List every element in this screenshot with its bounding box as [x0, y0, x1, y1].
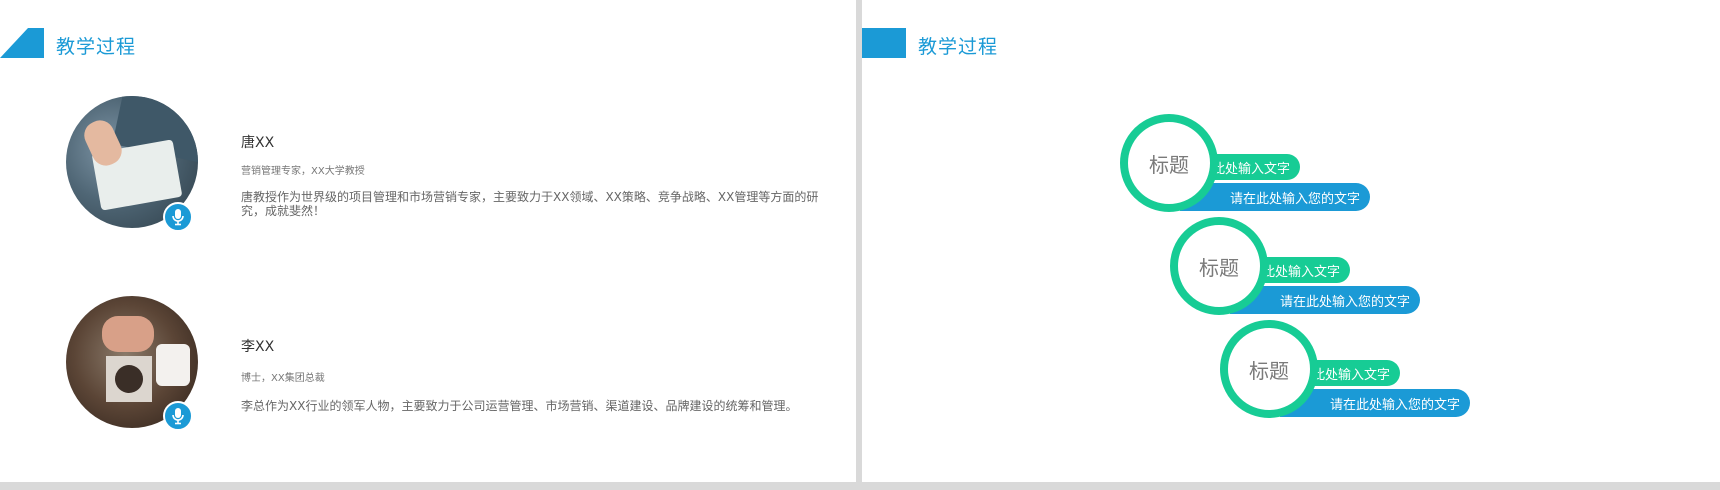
- list-item: 请在此处输入您的文字 此处输入文字 标题: [1220, 320, 1540, 420]
- slide-teaching-process-items: 教学过程 请在此处输入您的文字 此处输入文字 标题 请在此处输入您的文字 此处输…: [862, 0, 1720, 482]
- person-role-1: 营销管理专家，XX大学教授: [241, 166, 365, 177]
- item-title-circle: 标题: [1120, 114, 1218, 212]
- title-tab-decoration: [862, 28, 906, 58]
- list-item: 请在此处输入您的文字 此处输入文字 标题: [1120, 114, 1440, 214]
- person-name-2: 李XX: [241, 339, 275, 355]
- microphone-icon: [163, 202, 193, 232]
- title-tab-decoration: [0, 28, 44, 58]
- list-item: 请在此处输入您的文字 此处输入文字 标题: [1170, 217, 1490, 317]
- slide-title: 教学过程: [56, 36, 137, 58]
- item-title-circle: 标题: [1170, 217, 1268, 315]
- slide-title: 教学过程: [918, 36, 999, 58]
- person-description-2: 李总作为XX行业的领军人物，主要致力于公司运营管理、市场营销、渠道建设、品牌建设…: [241, 399, 798, 413]
- person-name-1: 唐XX: [241, 135, 275, 151]
- item-title-circle: 标题: [1220, 320, 1318, 418]
- slide-teaching-process-people: 教学过程 唐XX 营销管理专家，XX大学教授 唐教授作为世界级的项目管理和市场营…: [0, 0, 856, 482]
- microphone-icon: [163, 401, 193, 431]
- person-description-1: 唐教授作为世界级的项目管理和市场营销专家，主要致力于XX领域、XX策略、竞争战略…: [241, 190, 819, 218]
- person-role-2: 博士，XX集团总裁: [241, 373, 325, 384]
